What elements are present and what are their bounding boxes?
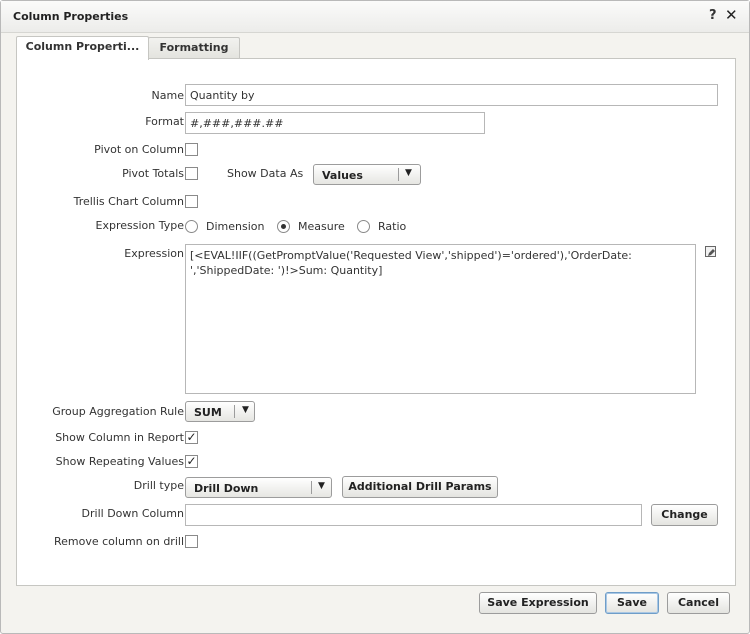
expression-line-2: ','ShippedDate: ')!>Sum: Quantity]	[190, 264, 383, 277]
cancel-button[interactable]: Cancel	[667, 592, 730, 614]
radio-ratio-label: Ratio	[378, 220, 407, 233]
dialog-titlebar: Column Properties ? ✕	[1, 1, 749, 33]
properties-panel: Name Format Pivot on Column Pivot Totals…	[16, 58, 736, 586]
pivot-totals-label: Pivot Totals	[122, 167, 184, 180]
group-aggregation-rule-select[interactable]: SUM ▼	[185, 401, 255, 422]
help-icon[interactable]: ?	[709, 8, 717, 23]
name-field[interactable]	[185, 84, 718, 106]
chevron-down-icon: ▼	[242, 405, 249, 415]
save-expression-button[interactable]: Save Expression	[479, 592, 597, 614]
dialog-title: Column Properties	[13, 10, 129, 23]
trellis-chart-column-label: Trellis Chart Column	[73, 195, 184, 208]
select-divider	[398, 168, 399, 181]
chevron-down-icon: ▼	[318, 481, 325, 491]
trellis-chart-column-checkbox[interactable]	[185, 195, 198, 208]
show-repeating-values-label: Show Repeating Values	[55, 455, 184, 468]
expression-label: Expression	[124, 247, 184, 260]
pivot-totals-checkbox[interactable]	[185, 167, 198, 180]
tab-label: Column Properti...	[25, 40, 140, 53]
drill-type-value: Drill Down	[194, 482, 259, 495]
drill-down-column-field[interactable]	[185, 504, 642, 526]
save-button[interactable]: Save	[605, 592, 659, 614]
show-data-as-label: Show Data As	[227, 167, 304, 180]
group-aggregation-rule-value: SUM	[194, 406, 222, 419]
change-button[interactable]: Change	[651, 504, 718, 526]
remove-column-on-drill-checkbox[interactable]	[185, 535, 198, 548]
expression-type-label: Expression Type	[95, 219, 184, 232]
group-aggregation-rule-label: Group Aggregation Rule	[52, 405, 184, 418]
drill-down-column-label: Drill Down Column	[81, 507, 184, 520]
show-data-as-value: Values	[322, 169, 363, 182]
pencil-icon[interactable]	[705, 246, 716, 257]
radio-ratio[interactable]	[357, 220, 370, 233]
format-field[interactable]	[185, 112, 485, 134]
drill-type-select[interactable]: Drill Down ▼	[185, 477, 332, 498]
pivot-on-column-label: Pivot on Column	[94, 143, 184, 156]
expression-textarea[interactable]: [<EVAL!IIF((GetPromptValue('Requested Vi…	[185, 244, 696, 394]
remove-column-on-drill-label: Remove column on drill	[54, 535, 184, 548]
select-divider	[234, 405, 235, 418]
show-repeating-values-checkbox[interactable]: ✓	[185, 455, 198, 468]
tab-label: Formatting	[159, 41, 229, 54]
name-label: Name	[151, 89, 184, 102]
show-column-in-report-label: Show Column in Report	[55, 431, 184, 444]
format-label: Format	[145, 115, 184, 128]
drill-type-label: Drill type	[133, 479, 184, 492]
radio-dimension-label: Dimension	[206, 220, 265, 233]
show-data-as-select[interactable]: Values ▼	[313, 164, 421, 185]
tab-column-properties[interactable]: Column Properti...	[16, 36, 149, 60]
close-icon[interactable]: ✕	[725, 6, 738, 24]
radio-measure[interactable]	[277, 220, 290, 233]
tab-formatting[interactable]: Formatting	[148, 37, 240, 59]
radio-measure-label: Measure	[298, 220, 345, 233]
chevron-down-icon: ▼	[405, 168, 412, 178]
pivot-on-column-checkbox[interactable]	[185, 143, 198, 156]
select-divider	[311, 481, 312, 494]
additional-drill-params-button[interactable]: Additional Drill Params	[342, 476, 498, 498]
radio-dimension[interactable]	[185, 220, 198, 233]
column-properties-dialog: Column Properties ? ✕ Column Properti...…	[0, 0, 750, 634]
show-column-in-report-checkbox[interactable]: ✓	[185, 431, 198, 444]
expression-line-1: [<EVAL!IIF((GetPromptValue('Requested Vi…	[190, 249, 632, 262]
